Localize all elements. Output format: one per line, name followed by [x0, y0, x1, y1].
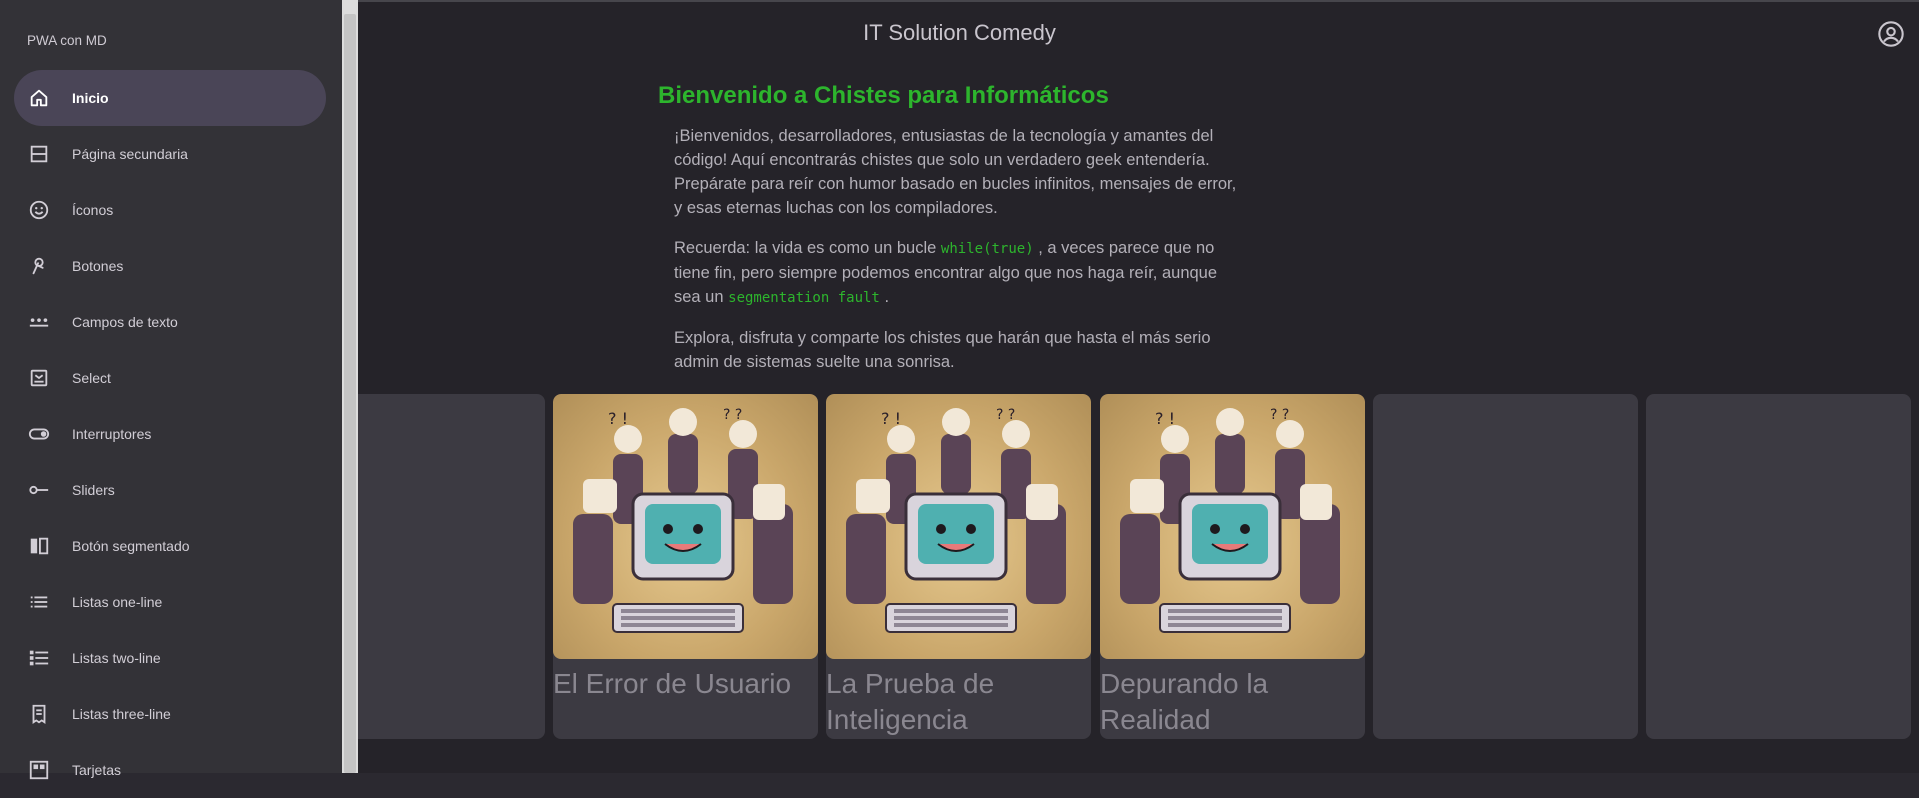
nav-label: Íconos: [72, 202, 114, 218]
computer-crowd-image: ? ! ? ?: [553, 394, 818, 659]
while-code: while(true): [940, 241, 1034, 257]
list-bulleted-icon: [28, 647, 50, 669]
welcome-section: Bienvenido a Chistes para Informáticos ¡…: [658, 82, 1258, 390]
page-icon: [28, 143, 50, 165]
svg-text:? !: ? !: [1155, 409, 1175, 428]
svg-text:? !: ? !: [881, 409, 901, 428]
joke-card[interactable]: ? ! ? ? Depurando la Realidad: [1100, 394, 1365, 739]
card-title: La Prueba de Inteligencia: [826, 668, 995, 735]
svg-text:? !: ? !: [608, 409, 628, 428]
toggle-icon: [28, 423, 50, 445]
segfault-code: segmentation fault: [728, 290, 880, 306]
computer-crowd-image: ? ! ? ?: [1100, 394, 1365, 659]
nav-label: Listas two-line: [72, 650, 161, 666]
nav-item-pagina-secundaria[interactable]: Página secundaria: [14, 126, 326, 182]
joke-card[interactable]: [1373, 394, 1638, 739]
nav-label: Botones: [72, 258, 124, 274]
nav-label: Select: [72, 370, 111, 386]
joke-card[interactable]: [1646, 394, 1911, 739]
nav-item-select[interactable]: Select: [14, 350, 326, 406]
scrollbar-thumb[interactable]: [344, 14, 356, 773]
card-title: Depurando la Realidad: [1100, 668, 1269, 735]
loop-paragraph: Recuerda: la vida es como un bucle while…: [674, 236, 1239, 310]
nav-label: Sliders: [72, 482, 115, 498]
nav-item-botones[interactable]: Botones: [14, 238, 326, 294]
page-title: Bienvenido a Chistes para Informáticos: [658, 82, 1109, 109]
drawer-scrollbar[interactable]: [342, 0, 358, 773]
drawer-header: PWA con MD: [27, 33, 107, 48]
nav-label: Interruptores: [72, 426, 152, 442]
nav-label: Página secundaria: [72, 146, 188, 162]
joke-card[interactable]: ? ! ? ? El Error de Usuario: [553, 394, 818, 739]
card-title: El Error de Usuario: [553, 668, 792, 699]
loop-text-a: Recuerda: la vida es como un bucle: [674, 239, 937, 257]
nav-label: Botón segmentado: [72, 538, 190, 554]
select-icon: [28, 367, 50, 389]
slider-icon: [28, 479, 50, 501]
nav-item-boton-segmentado[interactable]: Botón segmentado: [14, 518, 326, 574]
navigation-drawer: PWA con MD Inicio Página secundaria Ícon…: [0, 0, 342, 780]
password-icon: [28, 311, 50, 333]
explore-paragraph: Explora, disfruta y comparte los chistes…: [674, 329, 1211, 371]
nav-item-listas-two-line[interactable]: Listas two-line: [14, 630, 326, 686]
nav-item-campos-de-texto[interactable]: Campos de texto: [14, 294, 326, 350]
nav-item-interruptores[interactable]: Interruptores: [14, 406, 326, 462]
cards-icon: [28, 759, 50, 781]
nav-label: Inicio: [72, 90, 109, 106]
receipt-icon: [28, 703, 50, 725]
nav-label: Listas three-line: [72, 706, 171, 722]
nav-item-inicio[interactable]: Inicio: [14, 70, 326, 126]
segmented-icon: [28, 535, 50, 557]
list-icon: [28, 591, 50, 613]
nav-list: Inicio Página secundaria Íconos Botones …: [14, 70, 326, 798]
nav-label: Listas one-line: [72, 594, 163, 610]
tap-icon: [28, 255, 50, 277]
nav-item-tarjetas[interactable]: Tarjetas: [14, 742, 326, 798]
svg-text:? ?: ? ?: [723, 407, 742, 423]
nav-item-listas-one-line[interactable]: Listas one-line: [14, 574, 326, 630]
joke-card[interactable]: ? ! ? ? La Prueba de Inteligencia: [826, 394, 1091, 739]
svg-text:? ?: ? ?: [1270, 407, 1289, 423]
home-icon: [28, 87, 50, 109]
nav-item-sliders[interactable]: Sliders: [14, 462, 326, 518]
nav-label: Campos de texto: [72, 314, 178, 330]
loop-text-c: .: [884, 288, 890, 306]
nav-item-listas-three-line[interactable]: Listas three-line: [14, 686, 326, 742]
nav-label: Tarjetas: [72, 762, 122, 778]
smiley-icon: [28, 199, 50, 221]
nav-item-iconos[interactable]: Íconos: [14, 182, 326, 238]
joke-card[interactable]: [338, 394, 545, 739]
computer-crowd-image: ? ! ? ?: [826, 394, 1091, 659]
intro-paragraph: ¡Bienvenidos, desarrolladores, entusiast…: [674, 127, 1237, 217]
account-circle-icon[interactable]: [1877, 20, 1905, 48]
svg-text:? ?: ? ?: [996, 407, 1015, 423]
